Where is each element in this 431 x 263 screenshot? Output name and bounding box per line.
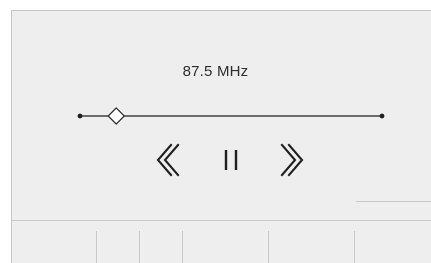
- soft-key-2[interactable]: [96, 231, 139, 263]
- radio-screen: 87.5 MHz: [0, 0, 431, 263]
- status-divider: [356, 201, 431, 202]
- soft-key-6[interactable]: [354, 231, 431, 263]
- next-station-button[interactable]: [276, 141, 318, 179]
- soft-key-3[interactable]: [139, 231, 182, 263]
- frequency-slider-thumb[interactable]: [107, 107, 126, 125]
- soft-key-separator: [354, 231, 355, 263]
- soft-key-separator: [96, 231, 97, 263]
- soft-key-separator: [268, 231, 269, 263]
- tuner-controls: [77, 107, 385, 180]
- soft-key-separator: [139, 231, 140, 263]
- soft-key-separator: [182, 231, 183, 263]
- slider-end-dot: [379, 113, 385, 119]
- soft-key-divider: [11, 220, 431, 221]
- previous-station-button[interactable]: [144, 141, 186, 179]
- pause-button[interactable]: [215, 142, 245, 180]
- soft-key-4[interactable]: [182, 231, 268, 263]
- soft-key-1[interactable]: [11, 231, 96, 263]
- slider-start-dot: [77, 113, 83, 119]
- soft-key-5[interactable]: [268, 231, 354, 263]
